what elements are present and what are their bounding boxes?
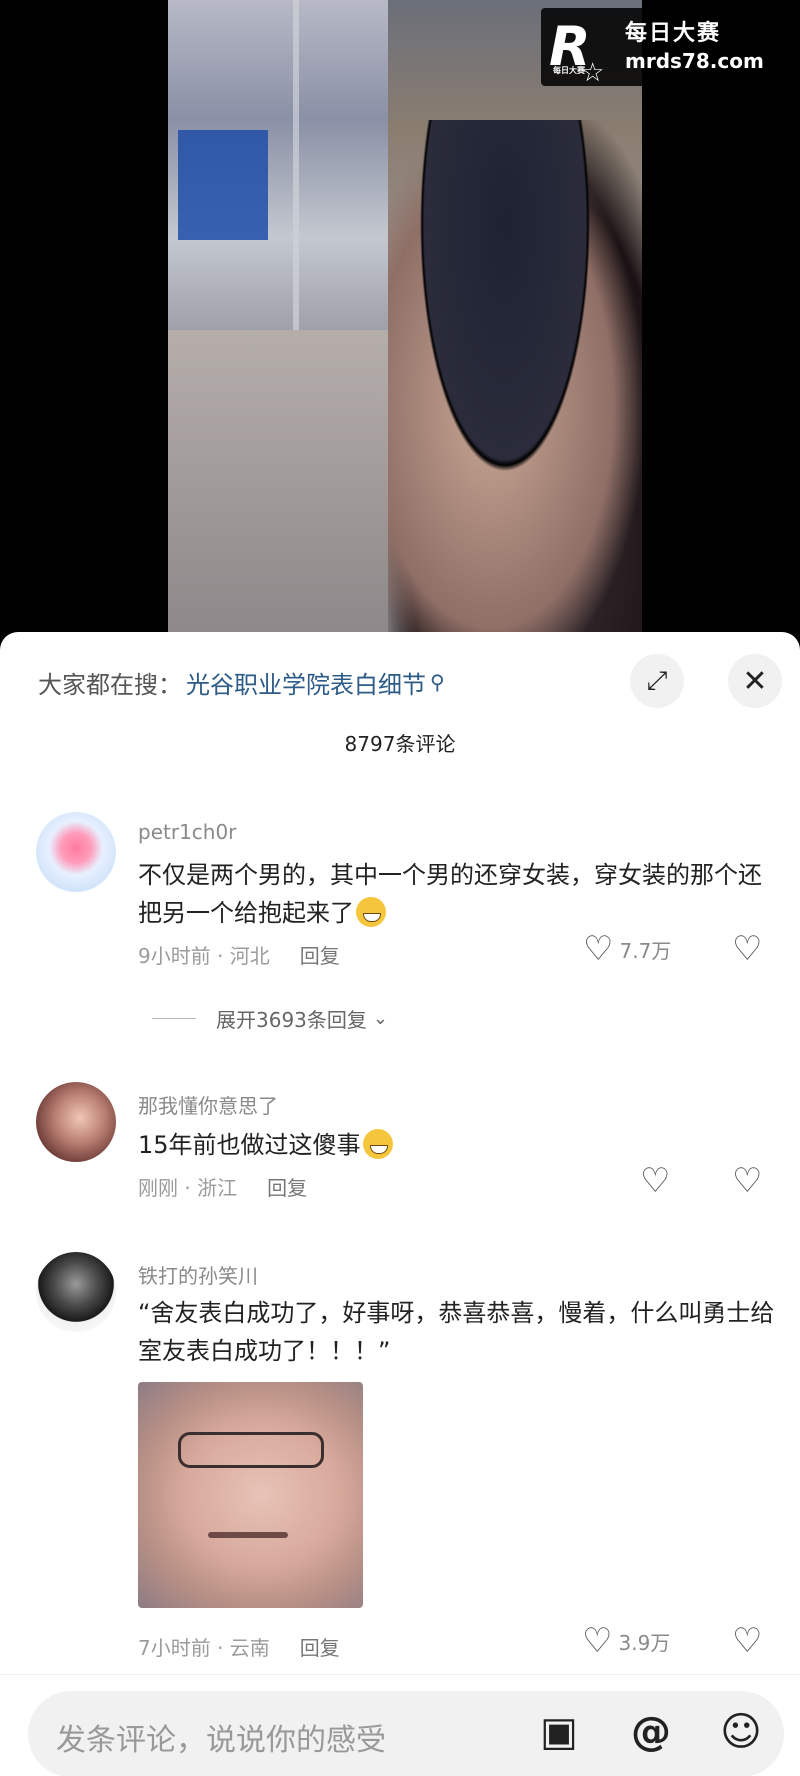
chevron-down-icon: ⌄ [372,1008,388,1029]
broken-heart-icon: ♡ [732,1161,763,1201]
dislike-button[interactable]: ♡ [732,1624,762,1658]
comment-input[interactable]: 发条评论，说说你的感受 ▣ @ ☺ [28,1691,784,1776]
reply-button[interactable]: 回复 [300,1636,340,1660]
comment-item: petr1ch0r 不仅是两个男的，其中一个男的还穿女装，穿女装的那个还把另一个… [0,812,800,1062]
broken-heart-icon: ♡ [732,929,763,969]
comment-meta: 刚刚 · 浙江 回复 [138,1172,307,1201]
trending-search-term[interactable]: 光谷职业学院表白细节 [186,665,426,700]
expand-replies-button[interactable]: 展开3693条回复 ⌄ [152,1004,388,1033]
like-count: 3.9万 [618,1630,671,1655]
comment-text: 不仅是两个男的，其中一个男的还穿女装，穿女装的那个还把另一个给抱起来了 [138,856,778,932]
comment-text-content: 15年前也做过这傻事 [138,1131,361,1159]
comment-meta: 9小时前 · 河北 回复 [138,940,340,969]
avatar[interactable] [36,812,116,892]
grinning-face-emoji-icon [362,1129,393,1159]
heart-icon: ♡ [582,1621,613,1661]
comment-time-location: 7小时前 · 云南 [138,1636,270,1660]
video-scene-door [168,0,388,340]
comment-input-placeholder: 发条评论，说说你的感受 [56,1723,386,1758]
heart-icon: ♡ [640,1161,671,1201]
reply-button[interactable]: 回复 [267,1176,307,1200]
reply-button[interactable]: 回复 [300,944,340,968]
close-icon: ✕ [742,663,768,699]
broken-heart-icon: ♡ [732,1621,763,1661]
comment-author[interactable]: 那我懂你意思了 [138,1090,278,1119]
avatar[interactable] [36,1252,116,1332]
like-button[interactable]: ♡ [640,1164,676,1198]
comment-author[interactable]: 铁打的孙笑川 [138,1260,258,1289]
video-scene-pole [293,0,299,340]
divider [152,1018,196,1019]
expand-replies-label: 展开3693条回复 [216,1008,367,1032]
trending-search-prefix: 大家都在搜： [38,670,182,699]
avatar[interactable] [36,1082,116,1162]
watermark-text: 每日大赛 mrds78.com [625,20,764,74]
watermark-logo-sub: 每日大赛 [553,66,585,75]
video-scene-people [388,120,642,640]
comment-item: 铁打的孙笑川 “舍友表白成功了，好事呀，恭喜恭喜，慢着，什么叫勇士给室友表白成功… [0,1252,800,1672]
dislike-button[interactable]: ♡ [732,1164,762,1198]
like-count: 7.7万 [619,938,672,963]
comment-time-location: 9小时前 · 河北 [138,944,270,968]
like-button[interactable]: ♡ 7.7万 [583,932,671,966]
comment-text: 15年前也做过这傻事 [138,1126,778,1164]
watermark-url: mrds78.com [625,49,764,73]
comment-text: “舍友表白成功了，好事呀，恭喜恭喜，慢着，什么叫勇士给室友表白成功了！！！” [138,1299,775,1365]
watermark-logo: R ☆ 每日大赛 [549,12,619,88]
watermark: R ☆ 每日大赛 每日大赛 mrds78.com [541,8,791,88]
comment-item: 那我懂你意思了 15年前也做过这傻事 刚刚 · 浙江 回复 ♡ ♡ [0,1082,800,1242]
watermark-brand: 每日大赛 [625,21,722,46]
comments-sheet: 大家都在搜： 光谷职业学院表白细节 ⚲ ⤢ ✕ 8797条评论 petr1ch0… [0,632,800,1776]
like-button[interactable]: ♡ 3.9万 [582,1624,670,1658]
comment-text-content: 不仅是两个男的，其中一个男的还穿女装，穿女装的那个还把另一个给抱起来了 [138,861,762,927]
video-frame [168,0,642,640]
comment-image[interactable] [138,1382,363,1608]
comment-meta: 7小时前 · 云南 回复 [138,1632,340,1661]
at-icon[interactable]: @ [626,1707,676,1757]
comment-author[interactable]: petr1ch0r [138,820,236,844]
comment-count: 8797条评论 [344,732,456,756]
dislike-button[interactable]: ♡ [732,932,762,966]
close-button[interactable]: ✕ [728,654,782,708]
search-icon[interactable]: ⚲ [430,670,445,694]
expand-icon: ⤢ [646,665,668,696]
tearful-face-emoji-icon [356,897,386,927]
comment-time-location: 刚刚 · 浙江 [138,1176,238,1200]
expand-button[interactable]: ⤢ [630,654,684,708]
comment-input-bar: 发条评论，说说你的感受 ▣ @ ☺ [0,1674,800,1776]
smiley-icon[interactable]: ☺ [716,1707,766,1757]
video-player[interactable]: R ☆ 每日大赛 每日大赛 mrds78.com [0,0,800,640]
image-icon[interactable]: ▣ [534,1707,584,1757]
heart-icon: ♡ [583,929,614,969]
trending-search[interactable]: 大家都在搜： 光谷职业学院表白细节 ⚲ [38,662,445,702]
